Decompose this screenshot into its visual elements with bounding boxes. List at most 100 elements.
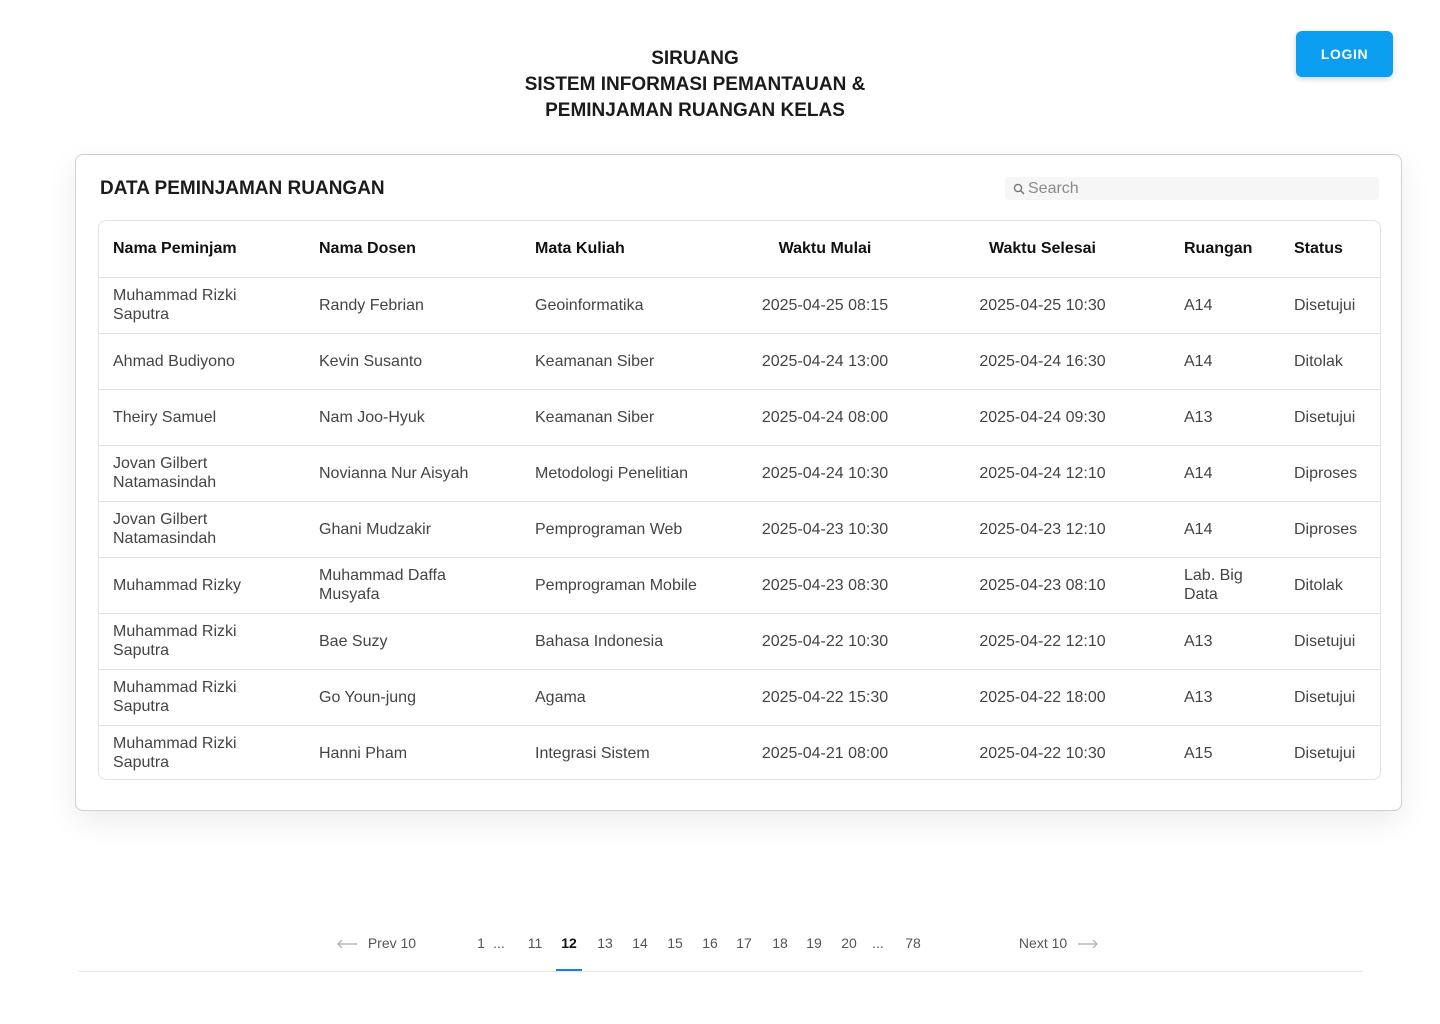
status-cell: Disetujui	[1270, 277, 1380, 334]
column-header[interactable]: Nama Dosen	[299, 221, 505, 278]
status-cell: Diproses	[1270, 445, 1380, 502]
table-row[interactable]: Muhammad Rizky Muhammad Daffa Musyafa Pemp…	[99, 557, 1380, 614]
status-cell: Disetujui	[1270, 669, 1380, 726]
lecturer-name-cell: Randy Febrian	[299, 277, 505, 334]
borrower-name-cell: Muhammad Rizki Saputra	[99, 669, 299, 726]
table-row[interactable]: Muhammad Rizki Saputra Randy Febrian Geoin…	[99, 277, 1380, 334]
borrower-name-cell: Muhammad Rizky	[99, 557, 299, 614]
end-time-cell: 2025-04-25 10:30	[935, 277, 1150, 334]
lecturer-name-cell: Muhammad Daffa Musyafa	[299, 557, 505, 614]
room-cell: A14	[1150, 277, 1270, 334]
page-number-15[interactable]: 15	[662, 925, 688, 971]
search-input[interactable]	[1028, 179, 1358, 198]
course-cell: Agama	[505, 669, 715, 726]
room-cell: A13	[1150, 389, 1270, 446]
column-header[interactable]: Ruangan	[1150, 221, 1270, 278]
header-title: SIRUANG SISTEM INFORMASI PEMANTAUAN & PE…	[0, 46, 1390, 124]
page-ellipsis: ...	[493, 935, 505, 951]
status-cell: Ditolak	[1270, 557, 1380, 614]
borrower-name-cell: Jovan Gilbert Natamasindah	[99, 445, 299, 502]
page-number-17[interactable]: 17	[731, 925, 757, 971]
course-cell: Pemprograman Web	[505, 501, 715, 558]
room-cell: A14	[1150, 445, 1270, 502]
arrow-left-icon	[337, 939, 357, 949]
end-time-cell: 2025-04-23 08:10	[935, 557, 1150, 614]
page-number-78[interactable]: 78	[900, 925, 926, 971]
page-number-12[interactable]: 12	[556, 925, 582, 971]
table-row[interactable]: Muhammad Rizki Saputra Bae Suzy Bahasa Ind…	[99, 613, 1380, 670]
page-number-1[interactable]: 1	[468, 925, 494, 971]
status-cell: Diproses	[1270, 501, 1380, 558]
end-time-cell: 2025-04-24 12:10	[935, 445, 1150, 502]
table-row[interactable]: Jovan Gilbert Natamasindah Novianna Nur A…	[99, 445, 1380, 502]
lecturer-name-cell: Nam Joo-Hyuk	[299, 389, 505, 446]
app-subtitle-line-1: SISTEM INFORMASI PEMANTAUAN &	[524, 74, 866, 95]
page-number-20[interactable]: 20	[836, 925, 862, 971]
room-cell: A13	[1150, 669, 1270, 726]
page-number-13[interactable]: 13	[592, 925, 618, 971]
status-cell: Ditolak	[1270, 333, 1380, 390]
lecturer-name-cell: Hanni Pham	[319, 744, 408, 762]
start-time-cell: 2025-04-22 15:30	[715, 669, 935, 726]
end-time-cell: 2025-04-22 18:00	[935, 669, 1150, 726]
start-time-cell: 2025-04-23 08:30	[715, 557, 935, 614]
table-row[interactable]: Jovan Gilbert Natamasindah Ghani Mudzakir…	[99, 501, 1380, 558]
app-subtitle-line-2: PEMINJAMAN RUANGAN KELAS	[545, 100, 845, 121]
start-time-cell: 2025-04-24 10:30	[715, 445, 935, 502]
lecturer-name-cell: Bae Suzy	[299, 613, 505, 670]
column-header[interactable]: Waktu Mulai	[715, 221, 935, 278]
status-cell: Disetujui	[1270, 613, 1380, 670]
page-number-16[interactable]: 16	[697, 925, 723, 971]
data-card: DATA PEMINJAMAN RUANGAN Nama Peminjam Na…	[75, 154, 1402, 811]
end-time-cell: 2025-04-24 09:30	[935, 389, 1150, 446]
page-ellipsis: ...	[872, 935, 884, 951]
borrower-name-cell: Muhammad Rizki Saputra	[99, 613, 299, 670]
next-page-button[interactable]: Next 10	[1014, 925, 1104, 971]
course-cell: Keamanan Siber	[505, 333, 715, 390]
start-time-cell: 2025-04-25 08:15	[715, 277, 935, 334]
arrow-right-icon	[1078, 939, 1098, 949]
start-time-cell: 2025-04-21 08:00	[761, 744, 889, 762]
course-cell: Bahasa Indonesia	[505, 613, 715, 670]
course-cell: Metodologi Penelitian	[505, 445, 715, 502]
start-time-cell: 2025-04-24 13:00	[715, 333, 935, 390]
page-number-19[interactable]: 19	[801, 925, 827, 971]
course-cell: Geoinformatika	[505, 277, 715, 334]
column-header[interactable]: Nama Peminjam	[99, 221, 299, 278]
next-page-label: Next 10	[1018, 935, 1068, 951]
login-button[interactable]: LOGIN	[1296, 31, 1393, 77]
course-cell: Pemprograman Mobile	[505, 557, 715, 614]
start-time-cell: 2025-04-23 10:30	[715, 501, 935, 558]
prev-page-button[interactable]: Prev 10	[331, 925, 421, 971]
start-time-cell: 2025-04-22 10:30	[715, 613, 935, 670]
prev-page-label: Prev 10	[367, 935, 417, 951]
page-number-14[interactable]: 14	[627, 925, 653, 971]
booking-table-wrapper: Nama Peminjam Nama Dosen Mata Kuliah Wak…	[98, 220, 1381, 780]
app-name: SIRUANG	[651, 48, 739, 69]
table-row[interactable]: Muhammad Rizki Saputra Hanni Pham Integras…	[99, 725, 1380, 779]
borrower-name-cell: Muhammad Rizki Saputra	[113, 735, 237, 772]
lecturer-name-cell: Kevin Susanto	[299, 333, 505, 390]
column-header[interactable]: Status	[1270, 221, 1380, 278]
room-cell: A15	[1184, 744, 1213, 762]
pagination: Prev 10 1... 11 12 13 14 15 16 17 18 19 20... 78 Ne…	[78, 925, 1363, 972]
start-time-cell: 2025-04-24 08:00	[715, 389, 935, 446]
search-box[interactable]	[1005, 177, 1379, 200]
lecturer-name-cell: Go Youn-jung	[299, 669, 505, 726]
borrower-name-cell: Ahmad Budiyono	[99, 333, 299, 390]
table-row[interactable]: Ahmad Budiyono Kevin Susanto Keamanan Sibe…	[99, 333, 1380, 390]
table-row[interactable]: Muhammad Rizki Saputra Go Youn-jung Agama 2…	[99, 669, 1380, 726]
room-cell: A14	[1150, 501, 1270, 558]
page-number-11[interactable]: 11	[522, 925, 548, 971]
column-header[interactable]: Waktu Selesai	[935, 221, 1150, 278]
end-time-cell: 2025-04-22 10:30	[979, 744, 1106, 762]
page-number-18[interactable]: 18	[767, 925, 793, 971]
table-row[interactable]: Theiry Samuel Nam Joo-Hyuk Keamanan Siber 2…	[99, 389, 1380, 446]
end-time-cell: 2025-04-22 12:10	[935, 613, 1150, 670]
search-icon	[1013, 183, 1025, 195]
borrower-name-cell: Jovan Gilbert Natamasindah	[99, 501, 299, 558]
lecturer-name-cell: Novianna Nur Aisyah	[299, 445, 505, 502]
card-title: DATA PEMINJAMAN RUANGAN	[100, 178, 385, 199]
column-header[interactable]: Mata Kuliah	[505, 221, 715, 278]
table-header-row: Nama Peminjam Nama Dosen Mata Kuliah Wak…	[99, 221, 1380, 278]
